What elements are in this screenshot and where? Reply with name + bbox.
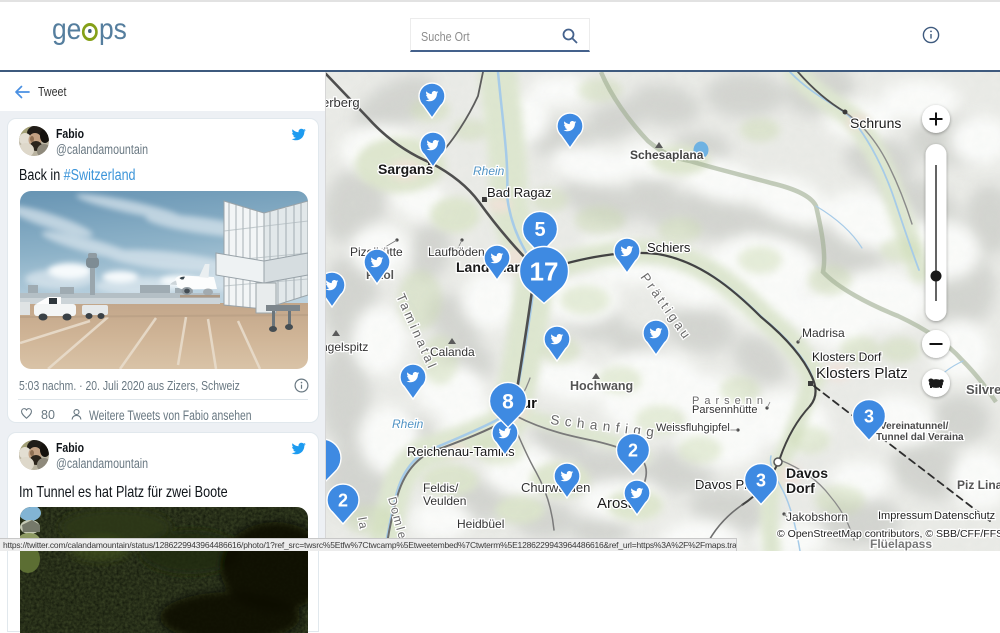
svg-text:Impressum: Impressum (878, 510, 932, 522)
svg-text:Davos Pl: Davos Pl (695, 477, 747, 492)
svg-text:Rhein: Rhein (473, 164, 505, 178)
svg-text:Schesaplana: Schesaplana (630, 148, 704, 162)
svg-text:Bad Ragaz: Bad Ragaz (487, 185, 551, 200)
svg-text:Laufböden: Laufböden (428, 245, 485, 259)
svg-text:Sargans: Sargans (378, 161, 433, 177)
svg-text:Klosters Dorf: Klosters Dorf (812, 350, 882, 364)
svg-text:Madrisa: Madrisa (802, 326, 845, 340)
svg-text:Tunnel dal Veraina: Tunnel dal Veraina (876, 432, 964, 443)
svg-text:erberg: erberg (326, 95, 360, 110)
svg-text:Rhein: Rhein (392, 417, 424, 431)
svg-text:Vereinatunnel/: Vereinatunnel/ (880, 421, 949, 432)
svg-text:8: 8 (502, 391, 514, 414)
svg-text:Schiers: Schiers (647, 240, 691, 255)
svg-text:la: la (355, 516, 371, 532)
svg-text:3: 3 (756, 470, 766, 490)
svg-text:Parsennhütte: Parsennhütte (692, 404, 757, 416)
svg-text:Feldis/: Feldis/ (423, 481, 459, 495)
svg-text:Jakobshorn: Jakobshorn (786, 510, 848, 524)
svg-text:ngelspitz: ngelspitz (326, 340, 368, 354)
svg-text:Weissfluhgipfel: Weissfluhgipfel (656, 422, 730, 434)
svg-text:Silvrett: Silvrett (966, 382, 1000, 397)
svg-text:Heidbüel: Heidbüel (457, 517, 504, 531)
svg-text:Veulden: Veulden (423, 494, 466, 508)
svg-text:Calanda: Calanda (430, 345, 475, 359)
svg-text:Piz Linar: Piz Linar (957, 478, 1000, 492)
svg-text:2: 2 (338, 490, 348, 510)
svg-text:Schruns: Schruns (850, 115, 901, 131)
svg-text:17: 17 (530, 256, 559, 286)
svg-text:2: 2 (628, 440, 638, 460)
svg-text:Dorf: Dorf (786, 480, 815, 496)
svg-text:Datenschutz: Datenschutz (934, 510, 995, 522)
svg-text:© OpenStreetMap contributors,: © OpenStreetMap contributors, © SBB/CFF/… (777, 528, 1000, 540)
svg-text:3: 3 (864, 406, 874, 426)
svg-text:5: 5 (534, 219, 545, 241)
svg-text:Hochwang: Hochwang (570, 379, 633, 393)
svg-text:Klosters Platz: Klosters Platz (816, 365, 908, 382)
svg-text:Davos: Davos (786, 465, 828, 481)
